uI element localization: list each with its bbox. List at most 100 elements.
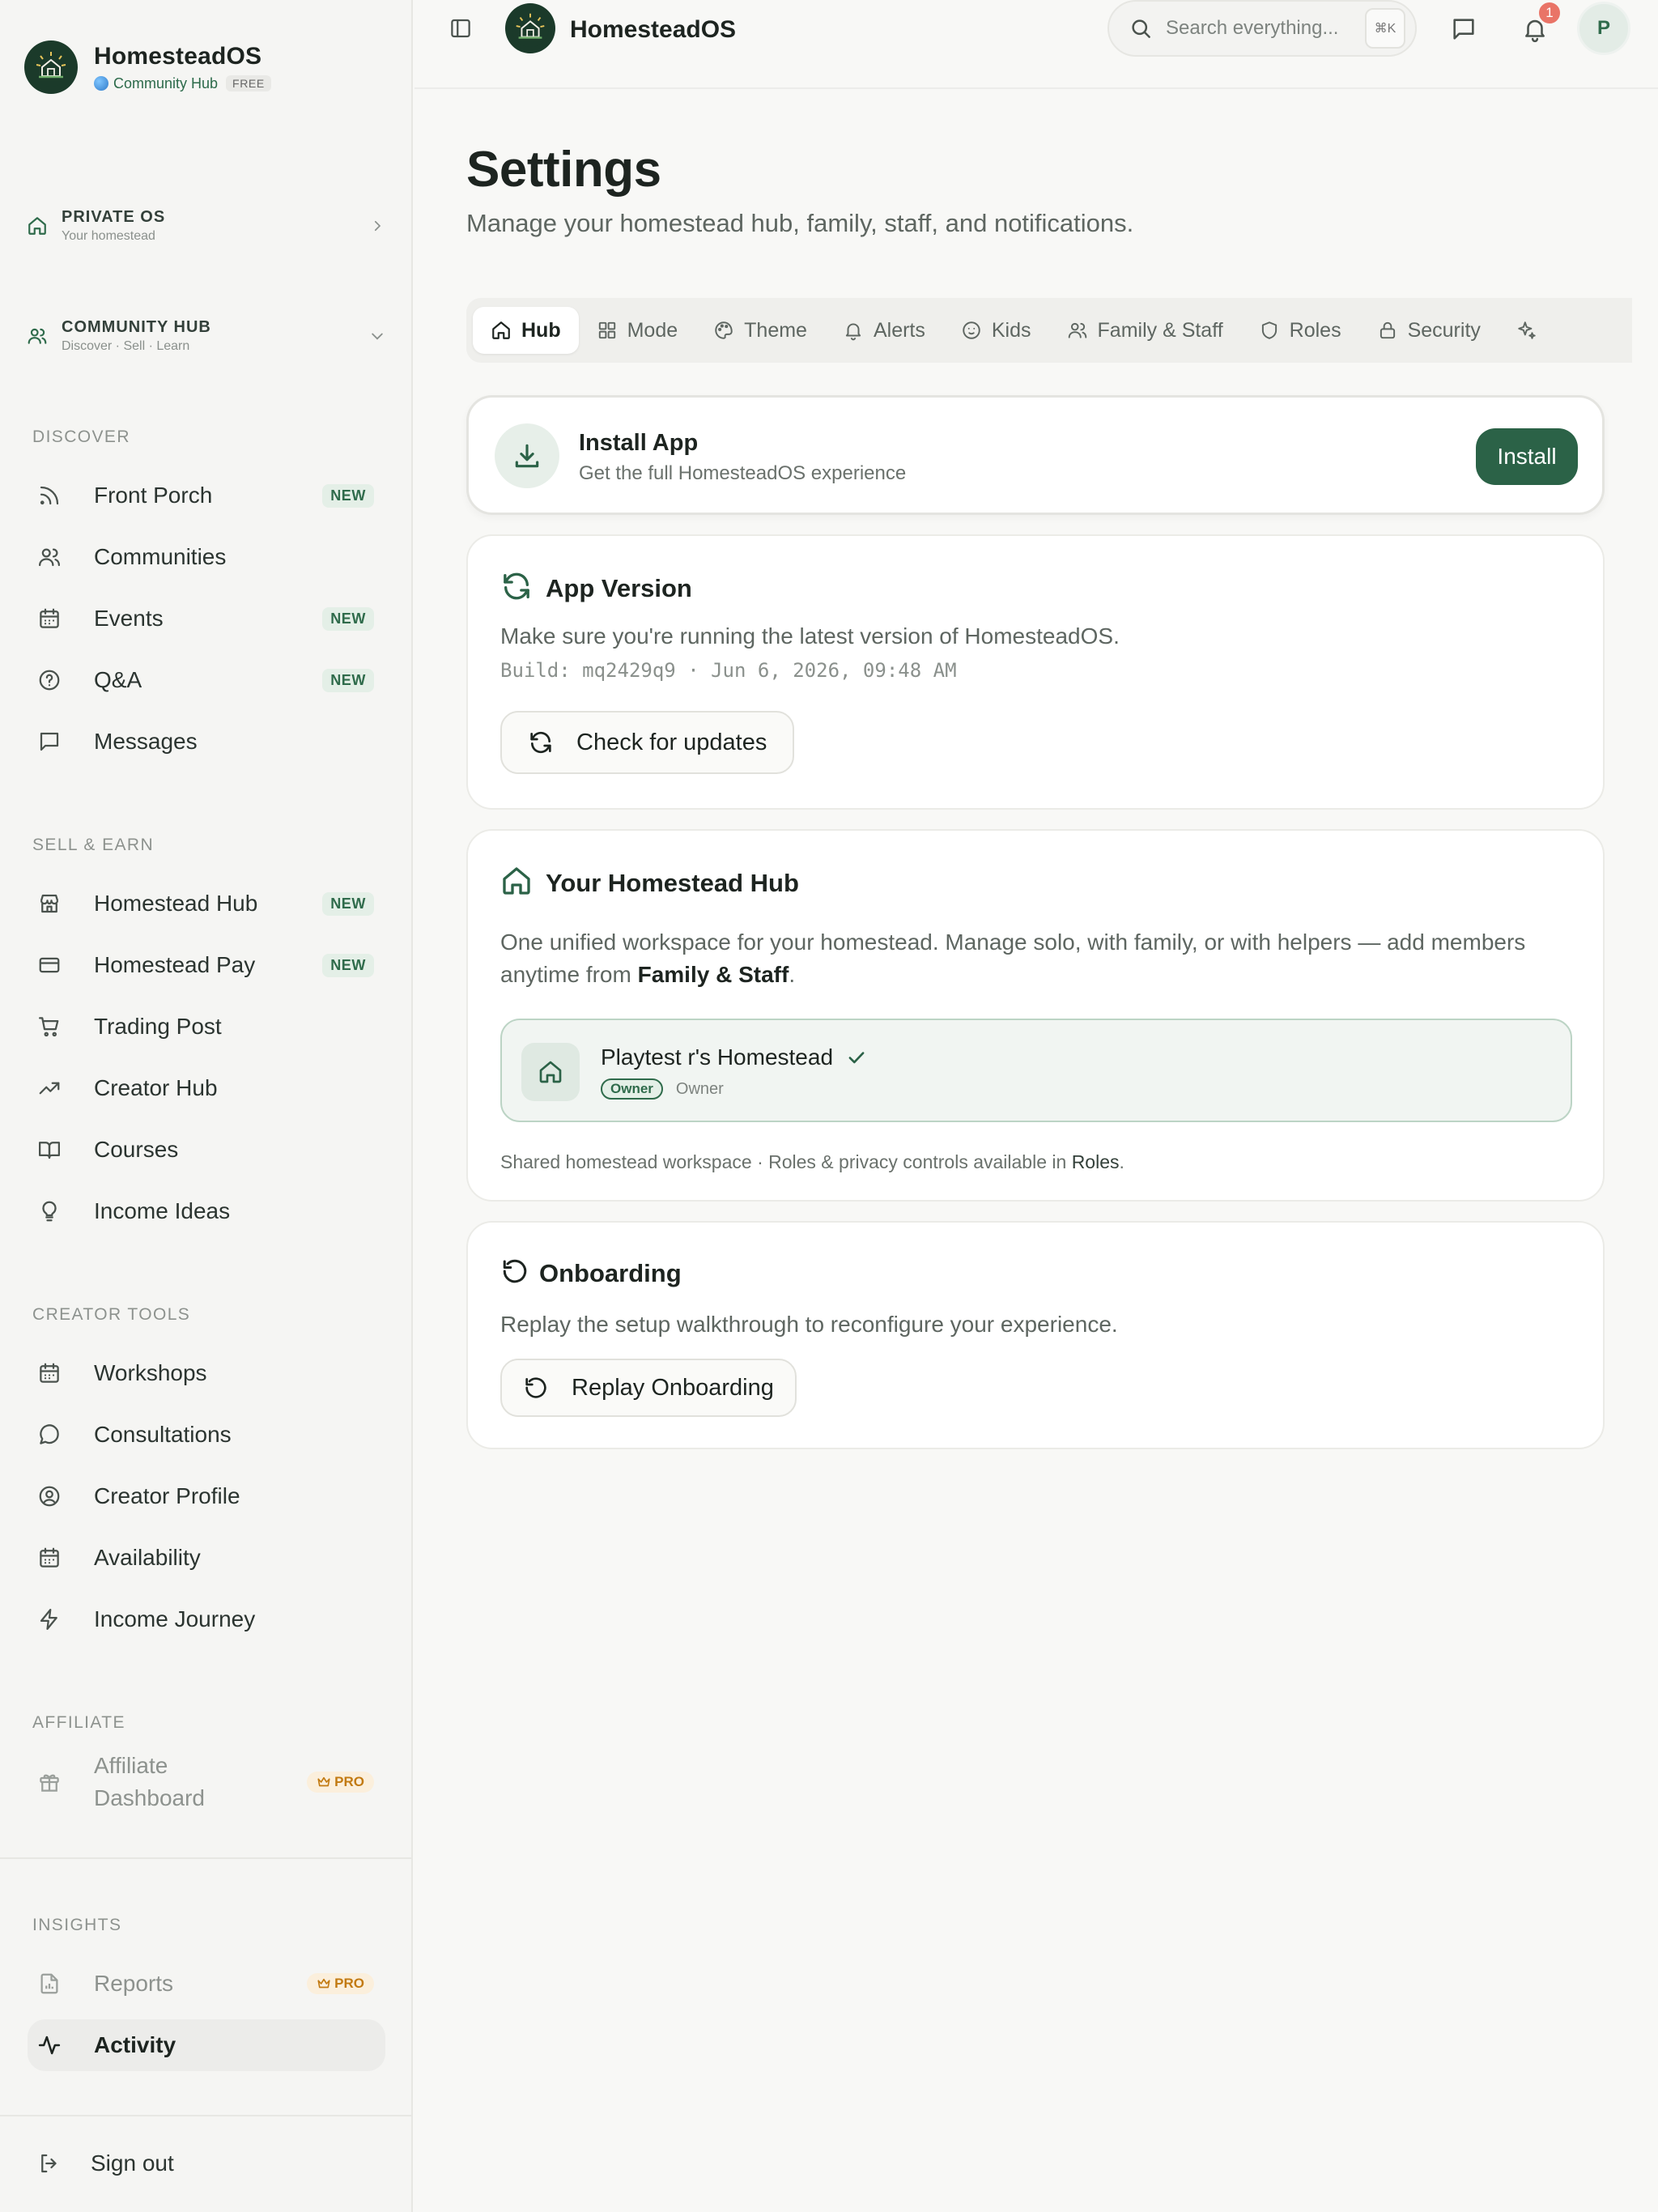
homestead-hub-title: Your Homestead Hub: [546, 868, 799, 897]
help-circle-icon: [28, 668, 76, 692]
install-button[interactable]: Install: [1476, 428, 1578, 485]
sidebar-item-label: Consultations: [94, 1422, 232, 1447]
refresh-icon: [500, 570, 533, 606]
activity-icon: [28, 2033, 76, 2057]
sidebar-item-label: Messages: [94, 729, 198, 754]
rotate-ccw-icon: [500, 1257, 529, 1290]
download-icon: [495, 423, 559, 488]
book-open-icon: [28, 1138, 76, 1162]
sidebar-item-qa[interactable]: Q&A NEW: [28, 654, 385, 706]
messages-icon[interactable]: [1448, 13, 1480, 45]
group-label-creator-tools: CREATOR TOOLS: [32, 1305, 191, 1324]
homestead-entry[interactable]: Playtest r's Homestead Owner Owner: [500, 1019, 1572, 1122]
search-input[interactable]: Search everything... ⌘K: [1107, 0, 1417, 57]
sidebar-item-courses[interactable]: Courses: [28, 1124, 385, 1176]
grid-icon: [597, 320, 618, 341]
sidebar-item-homestead-hub[interactable]: Homestead Hub NEW: [28, 878, 385, 929]
sidebar-item-workshops[interactable]: Workshops: [28, 1347, 385, 1399]
sidebar-item-trading-post[interactable]: Trading Post: [28, 1001, 385, 1053]
brand[interactable]: HomesteadOS Community Hub FREE: [24, 39, 271, 96]
check-icon: [846, 1047, 867, 1068]
home-icon: [491, 320, 512, 341]
install-app-card: Install App Get the full HomesteadOS exp…: [466, 395, 1605, 515]
crown-icon: [317, 1978, 330, 1989]
sidebar-item-affiliate-dashboard[interactable]: Affiliate Dashboard PRO: [28, 1747, 385, 1817]
sparkles-icon: [1516, 320, 1537, 341]
new-badge: NEW: [322, 668, 374, 692]
gift-icon: [28, 1770, 76, 1794]
page-subtitle: Manage your homestead hub, family, staff…: [466, 209, 1134, 237]
sidebar-item-income-journey[interactable]: Income Journey: [28, 1593, 385, 1645]
app-title: HomesteadOS: [570, 16, 737, 43]
sidebar-item-label: Communities: [94, 544, 227, 569]
tab-mode[interactable]: Mode: [579, 307, 696, 354]
replay-onboarding-button[interactable]: Replay Onboarding: [500, 1359, 797, 1417]
homestead-hub-text: One unified workspace for your homestead…: [500, 929, 1526, 987]
tab-kids[interactable]: Kids: [943, 307, 1049, 354]
sidebar-item-label: Workshops: [94, 1360, 207, 1385]
app-version-card: App Version Make sure you're running the…: [466, 534, 1605, 810]
tab-hub[interactable]: Hub: [473, 307, 579, 354]
sidebar-item-income-ideas[interactable]: Income Ideas: [28, 1185, 385, 1237]
private-os-section[interactable]: PRIVATE OS Your homestead: [24, 198, 389, 254]
community-hub-subtitle: Discover · Sell · Learn: [62, 339, 190, 353]
shortcut-hint: ⌘K: [1365, 8, 1405, 49]
sidebar-item-creator-profile[interactable]: Creator Profile: [28, 1470, 385, 1522]
check-updates-label: Check for updates: [576, 729, 767, 755]
calendar-icon: [28, 1546, 76, 1570]
sidebar-toggle-icon[interactable]: [447, 15, 474, 42]
sidebar-item-label: Availability: [94, 1545, 201, 1570]
onboarding-card: Onboarding Replay the setup walkthrough …: [466, 1221, 1605, 1449]
sidebar-item-activity[interactable]: Activity: [28, 2019, 385, 2071]
role-badge: Owner: [601, 1078, 663, 1100]
sidebar-item-consultations[interactable]: Consultations: [28, 1409, 385, 1461]
new-badge: NEW: [322, 483, 374, 508]
sidebar-item-communities[interactable]: Communities: [28, 531, 385, 583]
sign-out-button[interactable]: Sign out: [28, 2138, 385, 2189]
family-staff-link[interactable]: Family & Staff: [638, 962, 789, 987]
homestead-logo[interactable]: [505, 3, 555, 53]
tab-family-staff[interactable]: Family & Staff: [1049, 307, 1241, 354]
tab-roles[interactable]: Roles: [1241, 307, 1359, 354]
group-label-discover: DISCOVER: [32, 428, 130, 446]
shield-icon: [1259, 320, 1280, 341]
home-icon: [24, 213, 50, 239]
sidebar-item-label: Reports: [94, 1971, 174, 1996]
private-os-subtitle: Your homestead: [62, 229, 155, 243]
sidebar-item-label: Events: [94, 606, 164, 631]
new-badge: NEW: [322, 953, 374, 977]
bell-icon: [843, 320, 864, 341]
message-circle-icon: [28, 1423, 76, 1447]
lock-icon: [1377, 320, 1398, 341]
sidebar-item-creator-hub[interactable]: Creator Hub: [28, 1062, 385, 1114]
build-info: Build: mq2429q9 · Jun 6, 2026, 09:48 AM: [500, 659, 957, 682]
roles-link[interactable]: Roles: [1072, 1151, 1120, 1172]
tab-theme[interactable]: Theme: [695, 307, 825, 354]
brand-name: HomesteadOS: [94, 42, 262, 70]
tab-more[interactable]: [1499, 307, 1547, 354]
community-hub-section[interactable]: COMMUNITY HUB Discover · Sell · Learn: [24, 308, 389, 364]
users-icon: [24, 323, 50, 349]
homestead-hub-card: Your Homestead Hub One unified workspace…: [466, 829, 1605, 1202]
sidebar-item-messages[interactable]: Messages: [28, 716, 385, 768]
sidebar-item-events[interactable]: Events NEW: [28, 593, 385, 644]
sidebar-item-reports[interactable]: Reports PRO: [28, 1958, 385, 2010]
store-icon: [28, 891, 76, 916]
tab-security[interactable]: Security: [1359, 307, 1499, 354]
check-updates-button[interactable]: Check for updates: [500, 711, 795, 774]
sidebar-item-label: Creator Profile: [94, 1483, 240, 1508]
avatar[interactable]: P: [1577, 2, 1630, 55]
crown-icon: [317, 1776, 330, 1787]
chevron-down-icon: [366, 325, 389, 347]
chevron-right-icon: [366, 215, 389, 237]
sidebar-item-availability[interactable]: Availability: [28, 1532, 385, 1584]
sidebar-item-homestead-pay[interactable]: Homestead Pay NEW: [28, 939, 385, 991]
file-chart-icon: [28, 1972, 76, 1996]
sidebar-item-front-porch[interactable]: Front Porch NEW: [28, 470, 385, 521]
pro-badge: PRO: [307, 1772, 374, 1793]
tab-alerts[interactable]: Alerts: [825, 307, 943, 354]
settings-tabs: Hub Mode Theme Alerts Kids Family & Staf…: [466, 298, 1632, 363]
community-hub-title: COMMUNITY HUB: [62, 318, 211, 336]
home-icon: [500, 865, 533, 901]
calendar-icon: [28, 1361, 76, 1385]
